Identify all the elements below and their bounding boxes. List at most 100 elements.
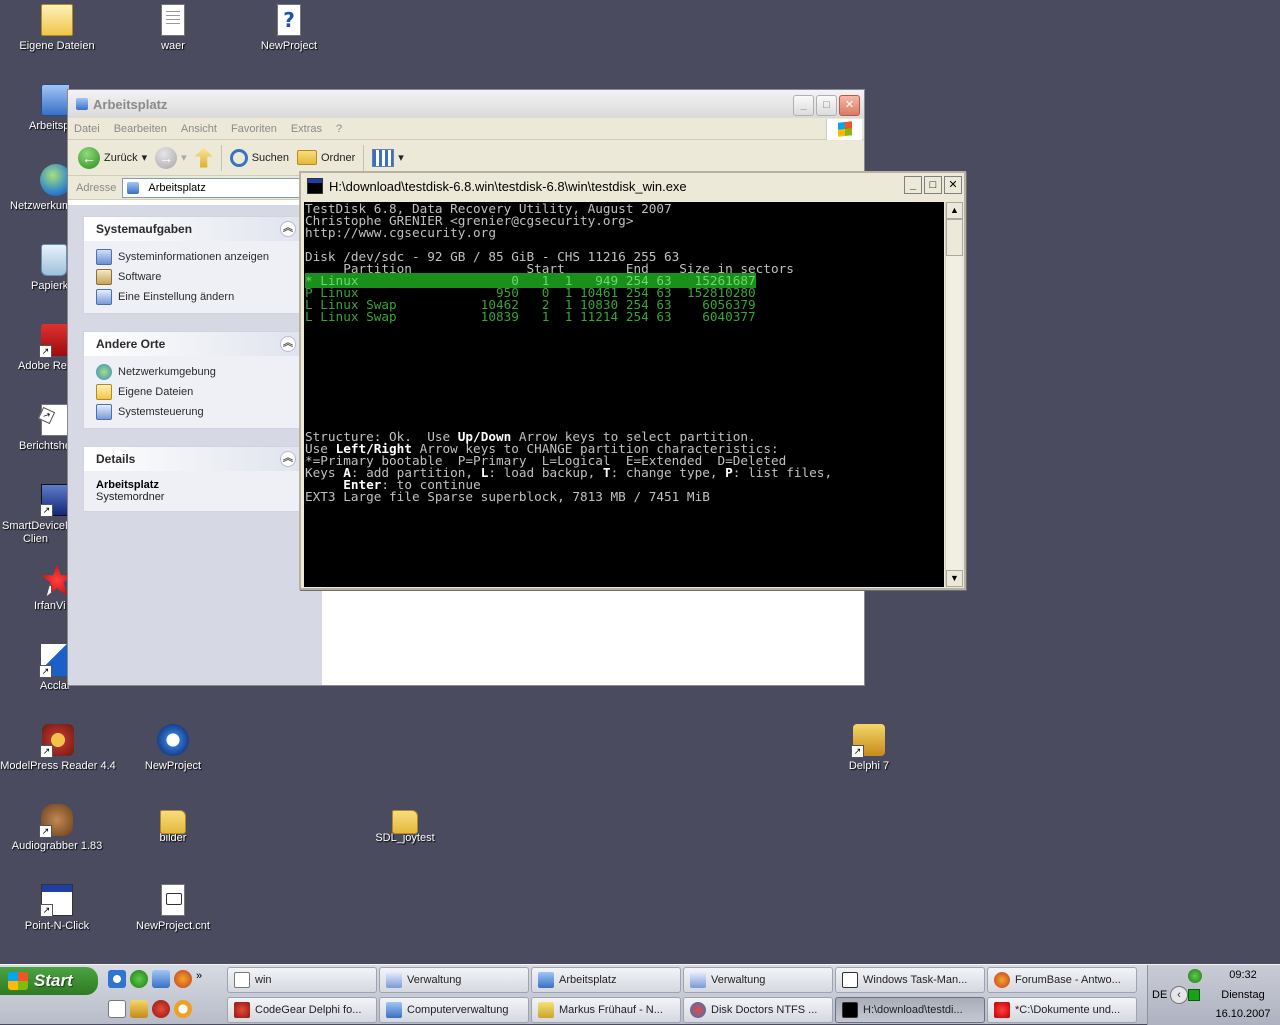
task-software[interactable]: Software bbox=[96, 267, 288, 287]
console-titlebar[interactable]: H:\download\testdisk-6.8.win\testdisk-6.… bbox=[301, 173, 964, 199]
language-indicator[interactable]: DE bbox=[1152, 989, 1167, 1001]
views-button[interactable]: ▾ bbox=[372, 148, 404, 167]
folders-button[interactable]: Ordner bbox=[297, 150, 355, 165]
collapse-icon[interactable]: ︽ bbox=[280, 336, 296, 352]
minimize-button[interactable]: _ bbox=[904, 176, 922, 194]
task-button-computerverwaltung[interactable]: Computerverwaltung bbox=[379, 997, 529, 1023]
task-change-setting[interactable]: Eine Einstellung ändern bbox=[96, 287, 288, 307]
task-label: Eine Einstellung ändern bbox=[118, 291, 235, 303]
task-button-irfanview[interactable]: *C:\Dokumente und... bbox=[987, 997, 1137, 1023]
scroll-down-icon[interactable]: ▼ bbox=[946, 570, 963, 587]
explorer-titlebar[interactable]: Arbeitsplatz _ □ ✕ bbox=[68, 90, 864, 118]
forward-arrow-icon: → bbox=[155, 146, 178, 169]
firefox-icon[interactable] bbox=[174, 970, 192, 988]
up-folder-icon[interactable] bbox=[194, 147, 213, 168]
desktop-icon-modelpress[interactable]: ModelPress Reader 4.4 bbox=[0, 724, 116, 773]
menu-datei[interactable]: Datei bbox=[74, 123, 100, 135]
menu-favoriten[interactable]: Favoriten bbox=[231, 123, 277, 135]
desktop-icon-waer[interactable]: waer bbox=[125, 4, 221, 53]
desktop-icon-my-computer[interactable]: Arbeitsp bbox=[9, 84, 69, 133]
task-button-markus[interactable]: Markus Frühauf - N... bbox=[531, 997, 681, 1023]
desktop-icon-network[interactable]: Netzwerkum bbox=[0, 164, 69, 213]
my-computer-icon[interactable] bbox=[152, 970, 170, 988]
task-button-testdisk[interactable]: H:\download\testdi... bbox=[835, 997, 985, 1023]
messenger-icon[interactable] bbox=[130, 970, 148, 988]
clock-time[interactable]: 09:32 bbox=[1208, 969, 1278, 981]
task-button-disk-doctors[interactable]: Disk Doctors NTFS ... bbox=[683, 997, 833, 1023]
menu-ansicht[interactable]: Ansicht bbox=[181, 123, 217, 135]
maximize-button[interactable]: □ bbox=[816, 95, 837, 116]
place-my-documents[interactable]: Eigene Dateien bbox=[96, 382, 288, 402]
network-icon bbox=[40, 164, 69, 196]
partition-row[interactable]: L Linux Swap 10839 1 1 11214 254 63 6040… bbox=[305, 310, 944, 323]
show-hidden-icons-button[interactable]: ‹ bbox=[1170, 986, 1188, 1004]
recycle-bin-icon bbox=[41, 244, 67, 276]
chevron-down-icon[interactable]: ▾ bbox=[142, 151, 148, 164]
desktop-icon-label: Point-N-Click bbox=[24, 920, 90, 932]
close-button[interactable]: ✕ bbox=[944, 176, 962, 194]
task-button-verwaltung[interactable]: Verwaltung bbox=[379, 967, 529, 993]
task-button-task-manager[interactable]: Windows Task-Man... bbox=[835, 967, 985, 993]
maximize-button[interactable]: □ bbox=[924, 176, 942, 194]
desktop-icon-my-documents[interactable]: Eigene Dateien bbox=[9, 4, 105, 53]
console-output[interactable]: TestDisk 6.8, Data Recovery Utility, Aug… bbox=[304, 202, 944, 587]
clock-icon[interactable] bbox=[174, 1000, 192, 1018]
task-button-forumbase[interactable]: ForumBase - Antwo... bbox=[987, 967, 1137, 993]
desktop-icon-newproject-cnt[interactable]: NewProject.cnt bbox=[125, 884, 221, 933]
control-panel-icon bbox=[96, 289, 112, 305]
desktop-icon-delphi[interactable]: Delphi 7 bbox=[821, 724, 917, 773]
chevron-right-icon[interactable]: » bbox=[196, 970, 202, 988]
menu-bearbeiten[interactable]: Bearbeiten bbox=[114, 123, 167, 135]
scroll-thumb[interactable] bbox=[946, 219, 963, 256]
app-icon bbox=[40, 484, 69, 517]
forward-button[interactable]: → ▾ bbox=[155, 146, 187, 169]
desktop-icon-newproject[interactable]: NewProject bbox=[125, 724, 221, 773]
ie-icon[interactable] bbox=[108, 970, 126, 988]
collapse-icon[interactable]: ︽ bbox=[280, 221, 296, 237]
console-scrollbar[interactable]: ▲ ▼ bbox=[945, 202, 963, 587]
details-panel: Details ︽ Arbeitsplatz Systemordner bbox=[83, 446, 301, 512]
paint-icon[interactable] bbox=[130, 1000, 148, 1018]
desktop-icon-berichtsheft[interactable]: Berichtshe bbox=[9, 404, 69, 453]
scroll-up-icon[interactable]: ▲ bbox=[946, 202, 963, 219]
desktop-icon-acclaro[interactable]: Acclaro bbox=[9, 644, 69, 693]
search-button[interactable]: Suchen bbox=[229, 148, 289, 167]
desktop-icon-bilder[interactable]: bilder bbox=[125, 804, 221, 845]
task-button-win[interactable]: win bbox=[227, 967, 377, 993]
search-icon bbox=[229, 148, 248, 167]
menu-help[interactable]: ? bbox=[336, 123, 342, 135]
task-button-codegear[interactable]: CodeGear Delphi fo... bbox=[227, 997, 377, 1023]
system-tasks-header[interactable]: Systemaufgaben ︽ bbox=[84, 217, 300, 241]
desktop-icon-point-n-click[interactable]: Point-N-Click bbox=[9, 884, 105, 933]
back-button[interactable]: ← Zurück ▾ bbox=[78, 146, 148, 169]
minimize-button[interactable]: _ bbox=[793, 95, 814, 116]
status-tray-icon[interactable] bbox=[1188, 989, 1200, 1001]
task-system-info[interactable]: Systeminformationen anzeigen bbox=[96, 247, 288, 267]
desktop-icon-irfanview[interactable]: IrfanVi bbox=[9, 564, 69, 613]
desktop-icon-newproject-help[interactable]: ? NewProject bbox=[241, 4, 337, 53]
menu-extras[interactable]: Extras bbox=[291, 123, 322, 135]
desktop-icon-audiograbber[interactable]: Audiograbber 1.83 bbox=[9, 804, 105, 853]
other-places-header[interactable]: Andere Orte ︽ bbox=[84, 332, 300, 356]
close-button[interactable]: ✕ bbox=[839, 95, 860, 116]
place-network[interactable]: Netzwerkumgebung bbox=[96, 362, 288, 382]
task-buttons: win Verwaltung Arbeitsplatz Verwaltung W… bbox=[227, 967, 1147, 1023]
desktop-icon-sdl-joytest[interactable]: SDL_joytest bbox=[357, 804, 453, 845]
collapse-icon[interactable]: ︽ bbox=[280, 451, 296, 467]
desktop-icon-recycle-bin[interactable]: Papierk bbox=[9, 244, 69, 293]
details-header[interactable]: Details ︽ bbox=[84, 447, 300, 471]
task-button-verwaltung-2[interactable]: Verwaltung bbox=[683, 967, 833, 993]
sail-icon bbox=[39, 644, 69, 678]
messenger-tray-icon[interactable] bbox=[1188, 969, 1202, 983]
notepad-icon[interactable] bbox=[108, 1000, 126, 1018]
control-panel-icon bbox=[96, 404, 112, 420]
media-icon[interactable] bbox=[152, 1000, 170, 1018]
chevron-down-icon[interactable]: ▾ bbox=[181, 151, 187, 164]
desktop-icon-adobe-reader[interactable]: Adobe Re bbox=[9, 324, 69, 373]
task-manager-icon bbox=[842, 972, 858, 988]
cnt-file-icon bbox=[161, 884, 185, 916]
desktop-icon-smartdevice[interactable]: SmartDeviceM Clien bbox=[0, 484, 69, 546]
place-control-panel[interactable]: Systemsteuerung bbox=[96, 402, 288, 422]
start-button[interactable]: Start bbox=[0, 967, 98, 995]
task-button-arbeitsplatz[interactable]: Arbeitsplatz bbox=[531, 967, 681, 993]
